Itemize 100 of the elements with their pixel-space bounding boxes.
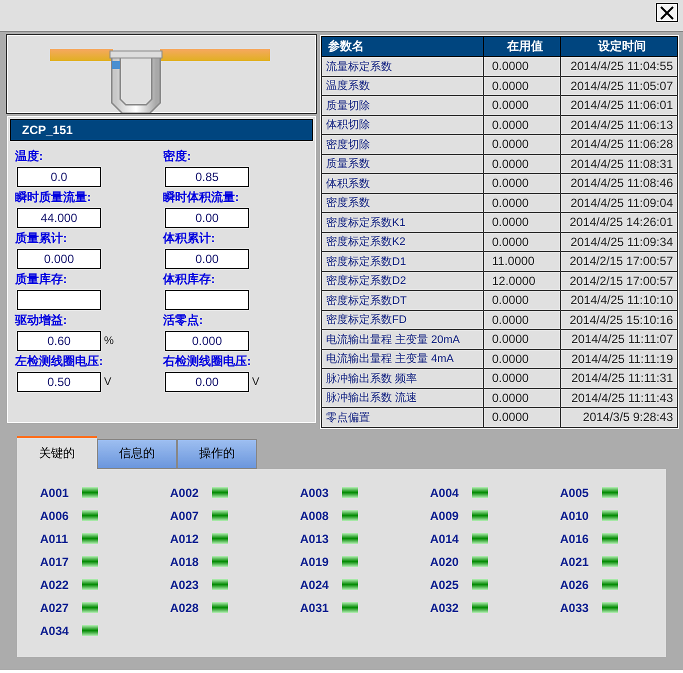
column-header: 参数名 <box>322 36 484 56</box>
alarm-code: A011 <box>40 532 70 546</box>
field-label: 密度: <box>163 149 192 164</box>
table-cell: 0.0000 <box>484 232 560 252</box>
table-cell: 0.0000 <box>484 349 560 368</box>
close-icon <box>659 6 675 20</box>
table-cell: 0.0000 <box>484 76 560 96</box>
tab[interactable]: 关键的 <box>17 436 97 468</box>
alarm-code: A012 <box>170 532 200 546</box>
table-cell: 2014/4/25 11:05:07 <box>560 76 678 96</box>
field-label: 瞬时质量流量: <box>15 190 92 205</box>
alarm-code: A019 <box>300 554 330 568</box>
value-field[interactable]: 0.0 <box>17 167 101 187</box>
alarm-code: A006 <box>40 508 70 522</box>
table-cell: 2014/2/15 17:00:57 <box>560 252 678 271</box>
table-cell: 2014/4/25 11:08:46 <box>560 174 678 193</box>
table-cell: 2014/4/25 11:11:43 <box>560 388 678 408</box>
table-cell: 11.0000 <box>484 252 560 271</box>
alarm-code: A021 <box>560 554 590 568</box>
table-cell: 0.0000 <box>484 310 560 330</box>
alarm-code: A025 <box>430 578 460 592</box>
table-cell: 密度标定系数K2 <box>322 232 484 252</box>
value-field[interactable] <box>17 290 101 310</box>
field-label: 活零点: <box>163 313 204 328</box>
device-title: ZCP_151 <box>10 119 313 141</box>
alarm-code: A003 <box>300 486 330 500</box>
alarm-code: A013 <box>300 532 330 546</box>
tab[interactable]: 信息的 <box>97 438 177 468</box>
alarm-code: A027 <box>40 600 70 614</box>
column-header: 在用值 <box>484 36 560 56</box>
table-cell: 2014/4/25 11:11:07 <box>560 330 678 349</box>
table-cell: 2014/4/25 11:06:13 <box>560 115 678 134</box>
table-cell: 2014/4/25 11:11:19 <box>560 349 678 368</box>
table-cell: 2014/4/25 11:04:55 <box>560 56 678 76</box>
table-cell: 0.0000 <box>484 96 560 115</box>
table-cell: 温度系数 <box>322 76 484 96</box>
close-button[interactable] <box>656 3 678 22</box>
table-cell: 2014/4/25 11:11:31 <box>560 368 678 388</box>
alarm-code: A008 <box>300 508 330 522</box>
alarm-code: A002 <box>170 486 200 500</box>
alarm-code: A018 <box>170 554 200 568</box>
value-field[interactable] <box>165 290 249 310</box>
table-cell: 12.0000 <box>484 271 560 290</box>
table-cell: 0.0000 <box>484 134 560 154</box>
alarm-code: A009 <box>430 508 460 522</box>
field-label: 瞬时体积流量: <box>163 190 240 205</box>
column-header: 设定时间 <box>560 36 678 56</box>
field-label: 温度: <box>15 149 44 164</box>
alarm-code: A020 <box>430 554 460 568</box>
value-field[interactable]: 0.000 <box>165 331 249 351</box>
table-cell: 0.0000 <box>484 290 560 310</box>
field-label: 质量累计: <box>15 231 68 246</box>
unit-label: % <box>104 335 114 347</box>
unit-label: V <box>252 376 260 388</box>
table-cell: 2014/4/25 11:06:28 <box>560 134 678 154</box>
table-cell: 密度标定系数D1 <box>322 252 484 271</box>
field-label: 体积累计: <box>163 231 216 246</box>
alarm-code: A014 <box>430 532 460 546</box>
table-cell: 2014/3/5 9:28:43 <box>560 408 678 427</box>
table-cell: 零点偏置 <box>322 408 484 427</box>
table-cell: 0.0000 <box>484 368 560 388</box>
value-field[interactable]: 44.000 <box>17 208 101 228</box>
field-label: 质量库存: <box>15 272 68 287</box>
table-cell: 2014/4/25 11:09:04 <box>560 193 678 212</box>
value-field[interactable]: 0.00 <box>165 208 249 228</box>
table-cell: 0.0000 <box>484 193 560 212</box>
alarm-code: A010 <box>560 508 590 522</box>
table-cell: 2014/4/25 11:09:34 <box>560 232 678 252</box>
table-cell: 体积系数 <box>322 174 484 193</box>
table-cell: 密度标定系数FD <box>322 310 484 330</box>
alarm-code: A007 <box>170 508 200 522</box>
table-cell: 密度标定系数D2 <box>322 271 484 290</box>
alarm-code: A004 <box>430 486 460 500</box>
value-field[interactable]: 0.00 <box>165 249 249 269</box>
table-cell: 体积切除 <box>322 115 484 134</box>
field-label: 右检测线圈电压: <box>163 354 252 369</box>
alarm-code: A001 <box>40 486 70 500</box>
value-field[interactable]: 0.00 <box>165 372 249 392</box>
table-cell: 0.0000 <box>484 330 560 349</box>
table-cell: 流量标定系数 <box>322 56 484 76</box>
value-field[interactable]: 0.85 <box>165 167 249 187</box>
value-field[interactable]: 0.000 <box>17 249 101 269</box>
table-cell: 2014/4/25 14:26:01 <box>560 212 678 232</box>
table-cell: 密度切除 <box>322 134 484 154</box>
unit-label: V <box>104 376 112 388</box>
value-field[interactable]: 0.60 <box>17 331 101 351</box>
alarm-code: A005 <box>560 486 590 500</box>
table-cell: 2014/4/25 11:06:01 <box>560 96 678 115</box>
table-cell: 0.0000 <box>484 115 560 134</box>
alarm-code: A022 <box>40 578 70 592</box>
value-field[interactable]: 0.50 <box>17 372 101 392</box>
table-cell: 电流输出量程 主变量 20mA <box>322 330 484 349</box>
alarm-code: A033 <box>560 600 590 614</box>
table-cell: 0.0000 <box>484 388 560 408</box>
alarm-code: A017 <box>40 554 70 568</box>
alarm-code: A024 <box>300 578 330 592</box>
alarm-code: A023 <box>170 578 200 592</box>
table-cell: 脉冲输出系数 频率 <box>322 368 484 388</box>
alarm-code: A026 <box>560 578 590 592</box>
tab[interactable]: 操作的 <box>177 438 257 468</box>
